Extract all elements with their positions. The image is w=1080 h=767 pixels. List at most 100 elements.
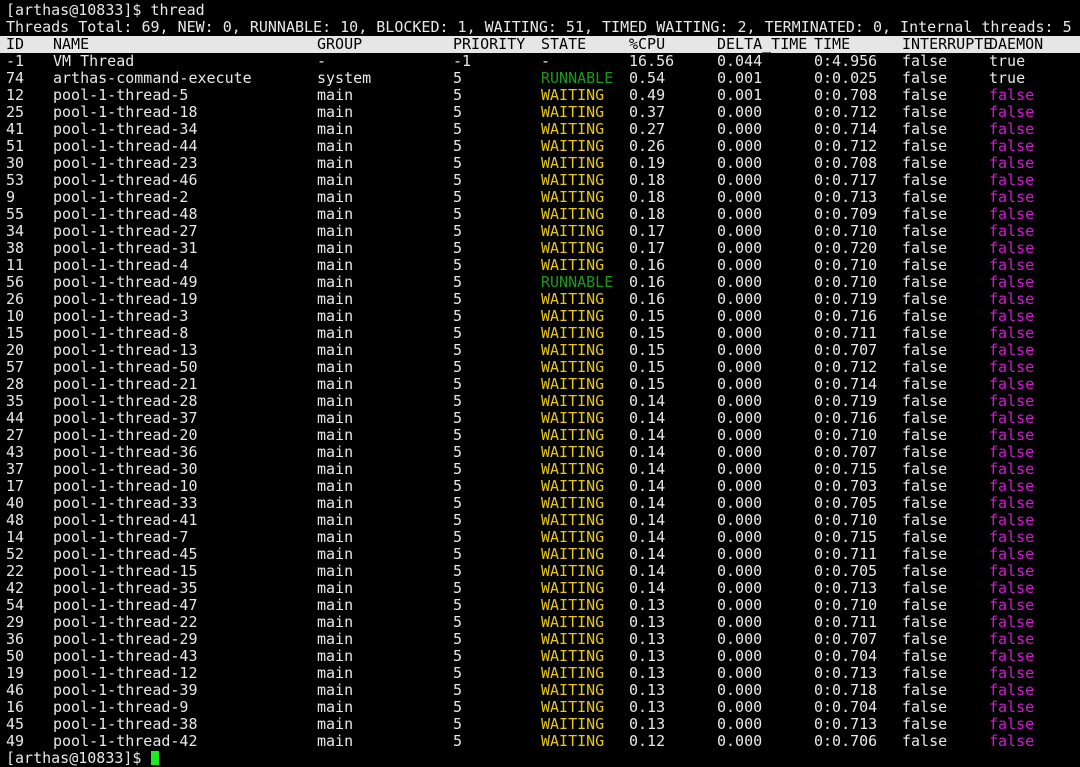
thread-delta-time: 0.000 (717, 698, 763, 716)
thread-group: main (317, 409, 354, 427)
thread-group: main (317, 188, 354, 206)
thread-name: pool-1-thread-3 (53, 307, 189, 325)
thread-group: main (317, 103, 354, 121)
table-row: 17 pool-1-thread-10 main 5 WAITING 0.14 0.000 0… (0, 478, 1080, 495)
thread-cpu: 0.13 (629, 596, 666, 614)
thread-id: 54 (6, 596, 25, 614)
thread-interrupted: false (902, 715, 948, 733)
thread-cpu: 0.37 (629, 103, 666, 121)
col-header-group: GROUP (317, 35, 363, 53)
thread-priority: 5 (453, 630, 463, 648)
thread-daemon: false (989, 681, 1035, 699)
prompt-line[interactable]: [arthas@10833]$ (6, 750, 159, 767)
thread-daemon: false (989, 307, 1035, 325)
table-row: 11 pool-1-thread-4 main 5 WAITING 0.16 0.000 0:… (0, 257, 1080, 274)
thread-id: 51 (6, 137, 25, 155)
thread-name: pool-1-thread-33 (53, 494, 198, 512)
thread-state: WAITING (541, 341, 605, 359)
table-header: ID NAME GROUP PRIORITY STATE %CPU DELTA_… (0, 36, 1080, 53)
thread-cpu: 0.15 (629, 375, 666, 393)
thread-interrupted: false (902, 579, 948, 597)
thread-time: 0:0.025 (814, 69, 878, 87)
thread-daemon: false (989, 86, 1035, 104)
thread-daemon: false (989, 477, 1035, 495)
thread-priority: 5 (453, 528, 463, 546)
thread-id: 22 (6, 562, 25, 580)
thread-delta-time: 0.000 (717, 205, 763, 223)
thread-id: 38 (6, 239, 25, 257)
thread-state: WAITING (541, 443, 605, 461)
thread-interrupted: false (902, 137, 948, 155)
thread-priority: 5 (453, 205, 463, 223)
thread-time: 0:0.710 (814, 222, 878, 240)
thread-interrupted: false (902, 290, 948, 308)
thread-state: WAITING (541, 324, 605, 342)
thread-cpu: 0.14 (629, 477, 666, 495)
thread-name: pool-1-thread-8 (53, 324, 189, 342)
thread-group: main (317, 494, 354, 512)
table-row: 10 pool-1-thread-3 main 5 WAITING 0.15 0.000 0:… (0, 308, 1080, 325)
table-row: 55 pool-1-thread-48 main 5 WAITING 0.18 0.000 0… (0, 206, 1080, 223)
thread-priority: 5 (453, 664, 463, 682)
thread-delta-time: 0.000 (717, 579, 763, 597)
thread-id: 10 (6, 307, 25, 325)
thread-name: pool-1-thread-34 (53, 120, 198, 138)
thread-delta-time: 0.044 (717, 52, 763, 70)
thread-time: 0:0.708 (814, 86, 878, 104)
thread-group: main (317, 120, 354, 138)
thread-delta-time: 0.000 (717, 647, 763, 665)
thread-cpu: 0.16 (629, 256, 666, 274)
thread-cpu: 0.27 (629, 120, 666, 138)
thread-interrupted: false (902, 256, 948, 274)
thread-group: - (317, 52, 327, 70)
thread-state: WAITING (541, 409, 605, 427)
thread-priority: 5 (453, 273, 463, 291)
thread-group: main (317, 273, 354, 291)
thread-cpu: 0.17 (629, 239, 666, 257)
thread-priority: 5 (453, 324, 463, 342)
table-row: 44 pool-1-thread-37 main 5 WAITING 0.14 0.000 0… (0, 410, 1080, 427)
thread-time: 0:0.705 (814, 562, 878, 580)
table-row: 34 pool-1-thread-27 main 5 WAITING 0.17 0.000 0… (0, 223, 1080, 240)
thread-time: 0:0.711 (814, 324, 878, 342)
thread-time: 0:0.716 (814, 307, 878, 325)
thread-state: WAITING (541, 171, 605, 189)
thread-cpu: 0.13 (629, 630, 666, 648)
thread-delta-time: 0.000 (717, 273, 763, 291)
thread-daemon: false (989, 426, 1035, 444)
thread-delta-time: 0.000 (717, 596, 763, 614)
thread-name: pool-1-thread-19 (53, 290, 198, 308)
thread-id: 25 (6, 103, 25, 121)
thread-name: pool-1-thread-21 (53, 375, 198, 393)
thread-id: 20 (6, 341, 25, 359)
thread-priority: 5 (453, 307, 463, 325)
thread-state: WAITING (541, 562, 605, 580)
thread-time: 0:0.713 (814, 188, 878, 206)
thread-priority: 5 (453, 239, 463, 257)
thread-state: WAITING (541, 732, 605, 750)
thread-group: main (317, 239, 354, 257)
thread-priority: 5 (453, 511, 463, 529)
terminal-window[interactable]: [arthas@10833]$ thread Threads Total: 69… (0, 0, 1080, 767)
thread-id: 46 (6, 681, 25, 699)
thread-state: WAITING (541, 222, 605, 240)
thread-id: 16 (6, 698, 25, 716)
thread-cpu: 0.16 (629, 273, 666, 291)
thread-priority: 5 (453, 375, 463, 393)
thread-cpu: 0.13 (629, 613, 666, 631)
thread-id: 57 (6, 358, 25, 376)
thread-name: pool-1-thread-50 (53, 358, 198, 376)
thread-delta-time: 0.000 (717, 239, 763, 257)
thread-group: main (317, 596, 354, 614)
thread-interrupted: false (902, 52, 948, 70)
thread-name: pool-1-thread-49 (53, 273, 198, 291)
thread-delta-time: 0.000 (717, 375, 763, 393)
thread-name: pool-1-thread-12 (53, 664, 198, 682)
thread-time: 0:4.956 (814, 52, 878, 70)
thread-cpu: 0.12 (629, 732, 666, 750)
thread-delta-time: 0.000 (717, 392, 763, 410)
thread-daemon: false (989, 120, 1035, 138)
thread-name: pool-1-thread-43 (53, 647, 198, 665)
thread-state: WAITING (541, 188, 605, 206)
thread-id: 27 (6, 426, 25, 444)
